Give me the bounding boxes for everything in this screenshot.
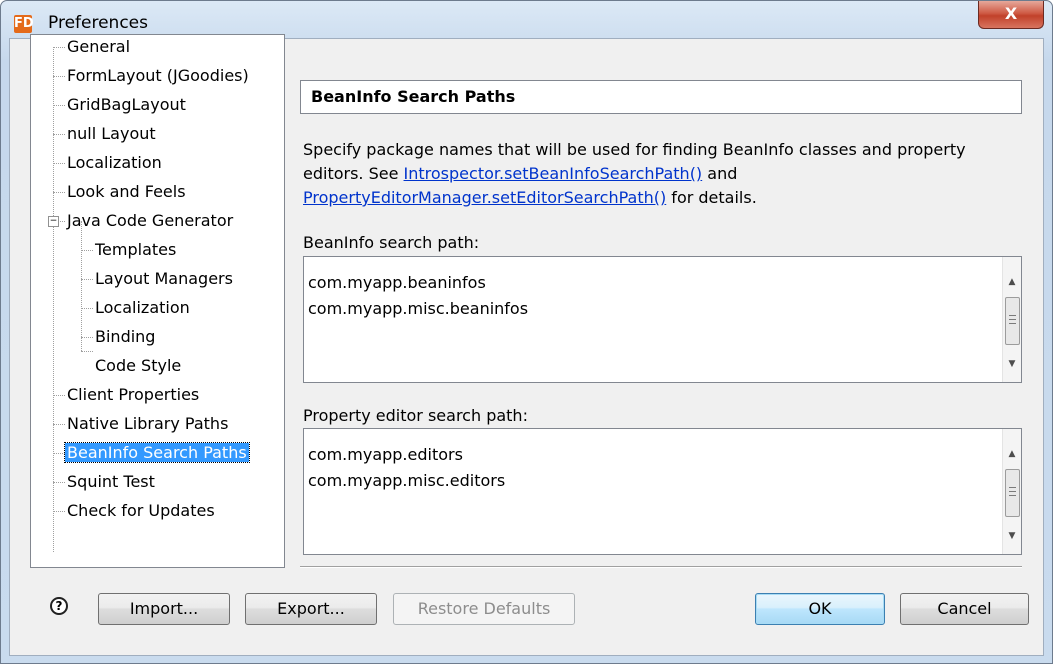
scroll-down-arrow-icon[interactable]: ▼ bbox=[1003, 359, 1021, 369]
cancel-button[interactable]: Cancel bbox=[900, 593, 1029, 625]
description-part: for details. bbox=[666, 188, 757, 207]
thumb-grip bbox=[1009, 495, 1016, 496]
property-editor-search-path-label: Property editor search path: bbox=[303, 406, 528, 425]
tree-item-label: Check for Updates bbox=[67, 501, 215, 520]
export-button[interactable]: Export... bbox=[245, 593, 377, 625]
collapse-icon[interactable]: − bbox=[48, 216, 59, 227]
introspector-link[interactable]: Introspector.setBeanInfoSearchPath() bbox=[404, 164, 703, 183]
tree-connector bbox=[53, 47, 54, 552]
tree-item-label: GridBagLayout bbox=[67, 95, 186, 114]
beaninfo-search-path-label: BeanInfo search path: bbox=[303, 233, 480, 252]
thumb-grip bbox=[1009, 323, 1016, 324]
scrollbar-thumb[interactable] bbox=[1005, 469, 1020, 517]
tree-item-label: null Layout bbox=[67, 124, 156, 143]
tree-connector bbox=[53, 424, 65, 425]
thumb-grip bbox=[1009, 491, 1016, 492]
scroll-up-arrow-icon[interactable]: ▲ bbox=[1003, 449, 1021, 459]
tree-item-formlayout[interactable]: FormLayout (JGoodies) bbox=[65, 64, 251, 88]
property-editor-search-path-textarea[interactable]: com.myapp.editors com.myapp.misc.editors… bbox=[303, 428, 1022, 555]
tree-connector bbox=[53, 134, 65, 135]
tree-item-client-properties[interactable]: Client Properties bbox=[65, 383, 201, 407]
tree-connector bbox=[53, 105, 65, 106]
tree-item-beaninfo-search-paths[interactable]: BeanInfo Search Paths bbox=[64, 441, 250, 465]
thumb-grip bbox=[1009, 319, 1016, 320]
help-icon[interactable]: ? bbox=[50, 597, 68, 615]
window-title: Preferences bbox=[48, 13, 148, 33]
tree-item-native-library-paths[interactable]: Native Library Paths bbox=[65, 412, 230, 436]
tree-connector bbox=[81, 308, 93, 309]
tree-connector bbox=[81, 337, 93, 338]
tree-item-java-code-generator[interactable]: Java Code Generator bbox=[65, 209, 235, 233]
thumb-grip bbox=[1009, 315, 1016, 316]
tree-item-gridbaglayout[interactable]: GridBagLayout bbox=[65, 93, 188, 117]
tree-item-squint-test[interactable]: Squint Test bbox=[65, 470, 157, 494]
tree-item-label: Java Code Generator bbox=[67, 211, 234, 230]
tree-item-label: Look and Feels bbox=[67, 182, 186, 201]
tree-connector bbox=[53, 192, 65, 193]
tree-item-label: General bbox=[67, 37, 131, 56]
scroll-down-arrow-icon[interactable]: ▼ bbox=[1003, 531, 1021, 541]
thumb-grip bbox=[1009, 487, 1016, 488]
tree-connector bbox=[53, 76, 65, 77]
tree-item-code-style[interactable]: Code Style bbox=[93, 354, 183, 378]
tree-item-templates[interactable]: Templates bbox=[93, 238, 178, 262]
vertical-scrollbar[interactable]: ▲ ▼ bbox=[1002, 429, 1021, 554]
description-part: and bbox=[702, 164, 738, 183]
tree-item-label: Templates bbox=[95, 240, 177, 259]
close-button[interactable]: X bbox=[978, 1, 1044, 29]
tree-connector bbox=[53, 453, 65, 454]
page-title-box: BeanInfo Search Paths bbox=[300, 80, 1022, 114]
textarea-line: com.myapp.misc.beaninfos bbox=[308, 299, 529, 318]
tree-connector bbox=[53, 395, 65, 396]
scrollbar-thumb[interactable] bbox=[1005, 297, 1020, 345]
tree-connector bbox=[81, 250, 93, 251]
import-button[interactable]: Import... bbox=[98, 593, 230, 625]
app-icon: FD bbox=[14, 15, 34, 33]
tree-connector bbox=[53, 163, 65, 164]
tree-item-label: Code Style bbox=[95, 356, 182, 375]
separator bbox=[300, 566, 1022, 568]
tree-connector bbox=[81, 351, 93, 352]
tree-item-binding[interactable]: Binding bbox=[93, 325, 157, 349]
tree-item-label: Localization bbox=[95, 298, 190, 317]
tree-item-null-layout[interactable]: null Layout bbox=[65, 122, 158, 146]
tree-item-look-and-feels[interactable]: Look and Feels bbox=[65, 180, 188, 204]
tree-connector bbox=[53, 482, 65, 483]
tree-item-general[interactable]: General bbox=[65, 35, 132, 59]
page-title: BeanInfo Search Paths bbox=[311, 87, 516, 106]
tree-item-label: Layout Managers bbox=[95, 269, 233, 288]
tree-item-label: Native Library Paths bbox=[67, 414, 229, 433]
restore-defaults-button[interactable]: Restore Defaults bbox=[393, 593, 575, 625]
tree-connector bbox=[53, 47, 65, 48]
textarea-line: com.myapp.beaninfos bbox=[308, 273, 486, 292]
scroll-up-arrow-icon[interactable]: ▲ bbox=[1003, 277, 1021, 287]
tree-connector bbox=[81, 279, 93, 280]
ok-button[interactable]: OK bbox=[755, 593, 885, 625]
tree-item-label: Localization bbox=[67, 153, 162, 172]
tree-item-label: FormLayout (JGoodies) bbox=[67, 66, 249, 85]
tree-item-label: Client Properties bbox=[67, 385, 200, 404]
tree-item-localization[interactable]: Localization bbox=[65, 151, 164, 175]
tree-connector bbox=[53, 511, 65, 512]
beaninfo-search-path-textarea[interactable]: com.myapp.beaninfos com.myapp.misc.beani… bbox=[303, 256, 1022, 383]
textarea-line: com.myapp.misc.editors bbox=[308, 471, 506, 490]
tree-connector bbox=[81, 221, 82, 351]
description-text: Specify package names that will be used … bbox=[303, 138, 1028, 210]
tree-item-localization-sub[interactable]: Localization bbox=[93, 296, 192, 320]
property-editor-manager-link[interactable]: PropertyEditorManager.setEditorSearchPat… bbox=[303, 188, 666, 207]
tree-item-layout-managers[interactable]: Layout Managers bbox=[93, 267, 235, 291]
tree-item-label: Binding bbox=[95, 327, 156, 346]
tree-item-check-for-updates[interactable]: Check for Updates bbox=[65, 499, 217, 523]
textarea-line: com.myapp.editors bbox=[308, 445, 463, 464]
tree-item-label: BeanInfo Search Paths bbox=[64, 442, 250, 463]
tree-item-label: Squint Test bbox=[67, 472, 155, 491]
vertical-scrollbar[interactable]: ▲ ▼ bbox=[1002, 257, 1021, 382]
preferences-tree[interactable]: General FormLayout (JGoodies) GridBagLay… bbox=[30, 34, 285, 568]
